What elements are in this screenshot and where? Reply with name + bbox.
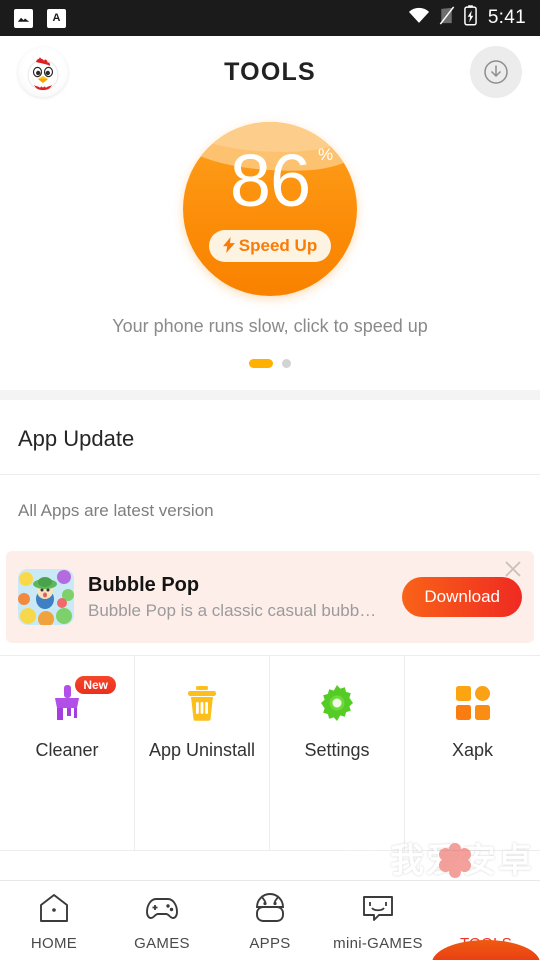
carousel-indicator	[0, 359, 540, 368]
ad-title: Bubble Pop	[88, 574, 200, 596]
nav-label: APPS	[249, 935, 291, 952]
broom-icon: New	[44, 676, 116, 726]
ad-description: Bubble Pop is a classic casual bubble pu…	[88, 601, 378, 620]
tool-label: Xapk	[451, 740, 494, 760]
download-button[interactable]: Download	[402, 577, 522, 617]
nav-item-mini-games[interactable]: mini-GAMES	[324, 881, 432, 960]
signal-off-icon	[439, 6, 455, 30]
nav-label: mini-GAMES	[333, 935, 423, 952]
carousel-dot-2[interactable]	[282, 359, 291, 368]
tools-active-blob-icon	[432, 940, 540, 960]
nav-item-home[interactable]: HOME	[0, 881, 108, 960]
chicken-logo[interactable]	[18, 47, 68, 97]
tools-icon	[470, 893, 502, 928]
status-bar: A 5:41	[0, 0, 540, 36]
speed-value: 86 %	[229, 139, 333, 222]
gear-icon	[314, 680, 360, 726]
speed-subtitle: Your phone runs slow, click to speed up	[112, 316, 428, 336]
tool-label: Settings	[304, 740, 370, 760]
app-update-title: App Update	[18, 426, 135, 451]
speed-up-label: Speed Up	[238, 236, 318, 255]
bolt-icon	[222, 236, 235, 256]
android-icon	[254, 893, 286, 928]
app-update-status: All Apps are latest version	[18, 501, 214, 520]
home-icon	[38, 893, 70, 928]
tool-xapk[interactable]: Xapk	[405, 656, 540, 850]
nav-label: GAMES	[134, 935, 190, 952]
bottom-navigation: HOME GAMES APPS mini-GAMES	[0, 880, 540, 960]
grid-squares-icon	[450, 680, 496, 726]
nav-item-games[interactable]: GAMES	[108, 881, 216, 960]
nav-item-apps[interactable]: APPS	[216, 881, 324, 960]
nav-item-tools[interactable]: TOOLS	[432, 881, 540, 960]
tools-grid: New Cleaner App Uninstall Settings Xapk	[0, 655, 540, 851]
wifi-icon	[408, 7, 430, 29]
speed-gauge-wrap: 86 % Speed Up	[0, 122, 540, 296]
new-badge: New	[75, 676, 116, 694]
carousel-dot-1[interactable]	[249, 359, 273, 368]
chat-face-icon	[361, 893, 395, 928]
ad-banner[interactable]: Bubble Pop Bubble Pop is a classic casua…	[6, 551, 534, 643]
tool-cleaner[interactable]: New Cleaner	[0, 656, 135, 850]
image-icon	[14, 8, 33, 28]
download-circle-icon[interactable]	[470, 46, 522, 98]
status-bar-clock: 5:41	[487, 7, 526, 28]
speed-gauge[interactable]: 86 % Speed Up	[183, 122, 357, 296]
speed-up-button[interactable]: Speed Up	[208, 230, 332, 262]
tool-label: App Uninstall	[148, 740, 256, 760]
bubble-pop-app-icon	[18, 569, 74, 625]
tool-label: Cleaner	[35, 740, 99, 760]
status-bar-left-icons: A	[14, 8, 66, 28]
status-bar-right-icons: 5:41	[408, 5, 526, 31]
text-a-glyph: A	[52, 11, 61, 24]
ad-text-block: Bubble Pop Bubble Pop is a classic casua…	[88, 573, 394, 621]
ad-banner-wrap: Bubble Pop Bubble Pop is a classic casua…	[0, 551, 540, 643]
section-divider	[0, 390, 540, 400]
tool-settings[interactable]: Settings	[270, 656, 405, 850]
trash-icon	[179, 680, 225, 726]
gamepad-icon	[145, 893, 179, 928]
page-title: TOOLS	[224, 57, 316, 86]
battery-charging-icon	[463, 5, 477, 31]
speed-card: 86 % Speed Up Your phone runs slow, clic…	[0, 108, 540, 390]
close-icon[interactable]	[500, 556, 526, 582]
speed-unit: %	[318, 145, 333, 164]
tool-app-uninstall[interactable]: App Uninstall	[135, 656, 270, 850]
app-header: TOOLS	[0, 36, 540, 108]
nav-label: HOME	[30, 935, 78, 952]
text-a-icon: A	[47, 8, 66, 28]
